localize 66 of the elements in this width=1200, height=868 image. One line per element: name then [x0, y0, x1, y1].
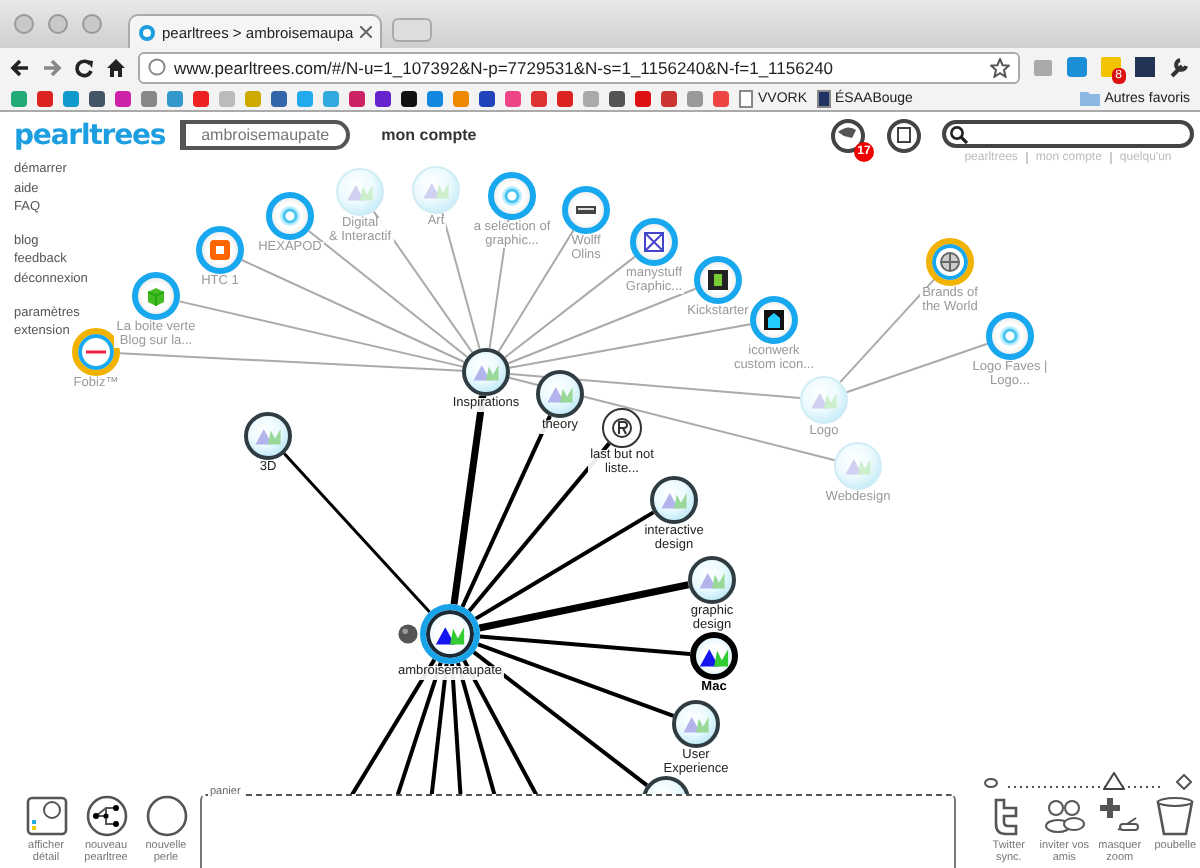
document-icon	[210, 240, 230, 260]
user-tab[interactable]: ambroisemaupate	[179, 120, 350, 150]
shapes-icon	[844, 456, 872, 476]
trash-icon[interactable]	[1152, 794, 1199, 838]
extension-icon[interactable]	[1134, 56, 1156, 78]
history-icon[interactable]	[886, 117, 922, 153]
ring-icon	[280, 206, 300, 226]
page-pearl[interactable]	[750, 296, 798, 344]
pearltree-bubble[interactable]	[420, 604, 480, 664]
registered-icon	[612, 418, 632, 438]
account-link[interactable]: mon compte	[381, 126, 477, 144]
bars-icon	[576, 206, 596, 214]
network-icon[interactable]	[83, 794, 129, 838]
zoom-in-icon[interactable]	[1176, 774, 1192, 790]
dash-icon	[86, 350, 106, 354]
globe-icon	[138, 23, 156, 41]
shapes-icon	[434, 623, 466, 645]
shapes-icon	[472, 362, 500, 382]
shapes-icon	[546, 384, 574, 404]
search-field[interactable]	[942, 120, 1194, 148]
reload-icon[interactable]	[74, 57, 94, 77]
home-icon[interactable]	[106, 57, 126, 77]
pearltree-bubble[interactable]	[642, 776, 690, 794]
people-icon[interactable]	[1041, 794, 1088, 838]
pearltree-bubble[interactable]	[650, 476, 698, 524]
shapes-icon	[254, 426, 282, 446]
back-icon[interactable]	[10, 57, 30, 77]
address-bar[interactable]: www.pearltrees.com/#/N-u=1_107392&N-p=7729531&N-s=1_1156240&N-f=1_1156240	[138, 51, 1020, 83]
star-icon[interactable]	[990, 57, 1010, 77]
forward-icon[interactable]	[42, 57, 62, 77]
house-icon	[764, 310, 784, 330]
handle-icon[interactable]	[398, 624, 418, 644]
shapes-icon	[698, 570, 726, 590]
circle-icon[interactable]	[143, 794, 189, 838]
pearltree-bubble[interactable]	[690, 632, 738, 680]
ring-icon	[502, 186, 522, 206]
slider-thumb[interactable]	[1103, 772, 1126, 790]
wrench-icon[interactable]	[1168, 56, 1190, 78]
shapes-icon	[422, 180, 450, 200]
figure-icon	[815, 89, 832, 107]
globe-icon[interactable]	[830, 117, 866, 153]
pearltree-bubble[interactable]	[672, 700, 720, 748]
globe-icon	[940, 252, 960, 272]
shapes-icon	[810, 390, 838, 410]
shapes-icon	[660, 490, 688, 510]
close-icon[interactable]	[359, 26, 372, 38]
square-icon	[708, 270, 728, 290]
panel-icon[interactable]	[23, 794, 69, 838]
pearltree-bubble[interactable]	[688, 556, 736, 604]
search-icon	[950, 125, 968, 143]
shapes-icon	[346, 182, 374, 202]
shapes-icon	[682, 714, 710, 734]
page-pearl[interactable]	[562, 186, 610, 234]
folder-icon	[1080, 90, 1101, 106]
cube-icon	[146, 285, 166, 307]
shapes-icon	[698, 645, 730, 667]
page-pearl[interactable]	[602, 408, 642, 448]
crossed-box-icon	[644, 232, 664, 252]
pearltree-bubble[interactable]	[462, 348, 510, 396]
pearltree-bubble[interactable]	[536, 370, 584, 418]
zoom-out-icon[interactable]	[984, 778, 998, 788]
ring-icon	[1000, 326, 1020, 346]
page-pearl[interactable]	[630, 218, 678, 266]
page-pearl[interactable]	[694, 256, 742, 304]
page-icon	[148, 58, 166, 76]
pearltree-bubble[interactable]	[244, 412, 292, 460]
